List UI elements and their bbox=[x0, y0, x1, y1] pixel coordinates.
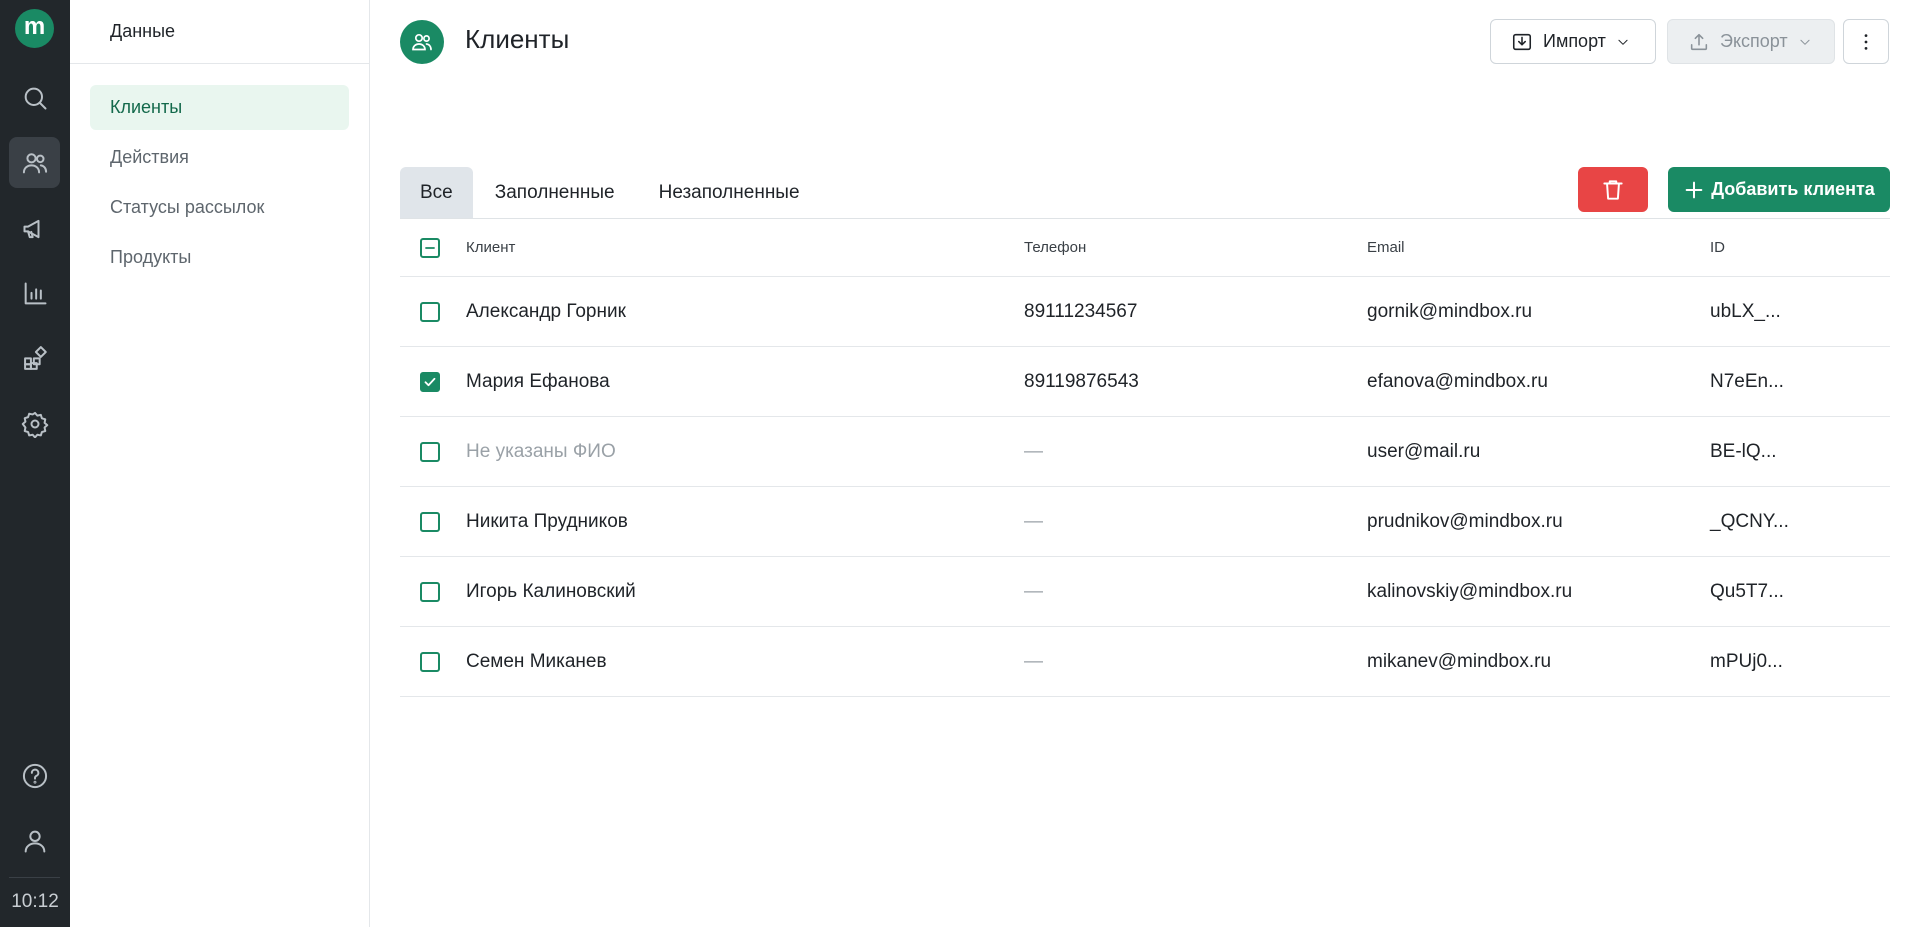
column-header-id[interactable]: ID bbox=[1710, 219, 1725, 276]
client-phone: — bbox=[1024, 440, 1043, 462]
select-all-cell bbox=[420, 219, 440, 276]
sidebar-item-mailing-statuses[interactable]: Статусы рассылок bbox=[90, 185, 349, 230]
gear-icon[interactable] bbox=[9, 398, 60, 449]
row-checkbox[interactable] bbox=[420, 651, 440, 672]
import-label: Импорт bbox=[1543, 31, 1606, 51]
client-id: ubLX_... bbox=[1710, 300, 1781, 322]
client-phone: — bbox=[1024, 580, 1043, 602]
trash-icon bbox=[1603, 179, 1623, 200]
chevron-down-icon bbox=[1618, 39, 1628, 45]
tab-filled[interactable]: Заполненные bbox=[473, 167, 637, 219]
table-row[interactable]: Никита Прудников — prudnikov@mindbox.ru … bbox=[400, 487, 1890, 557]
table-row[interactable]: Не указаны ФИО — user@mail.ru BE-lQ... bbox=[400, 417, 1890, 487]
help-icon[interactable] bbox=[9, 750, 60, 801]
sidebar-header: Данные bbox=[70, 0, 369, 64]
column-header-phone[interactable]: Телефон bbox=[1024, 219, 1086, 276]
check-icon bbox=[424, 377, 436, 386]
sidebar-item-label: Продукты bbox=[110, 247, 192, 267]
add-client-button[interactable]: Добавить клиента bbox=[1668, 167, 1890, 212]
client-phone: 89111234567 bbox=[1024, 300, 1138, 322]
clients-table: Клиент Телефон Email ID Александр Горник… bbox=[400, 219, 1890, 697]
search-icon[interactable] bbox=[9, 72, 60, 123]
client-phone: — bbox=[1024, 510, 1043, 532]
row-checkbox[interactable] bbox=[420, 301, 440, 322]
minus-icon bbox=[425, 246, 435, 249]
row-checkbox[interactable] bbox=[420, 371, 440, 392]
sidebar-title: Данные bbox=[110, 21, 176, 41]
client-phone: — bbox=[1024, 650, 1043, 672]
client-email: efanova@mindbox.ru bbox=[1367, 370, 1548, 392]
upload-icon bbox=[1690, 33, 1708, 50]
megaphone-icon[interactable] bbox=[9, 203, 60, 254]
more-options-button[interactable] bbox=[1843, 19, 1889, 64]
tab-all[interactable]: Все bbox=[400, 167, 473, 219]
client-email: gornik@mindbox.ru bbox=[1367, 300, 1533, 322]
sidebar-item-label: Статусы рассылок bbox=[110, 197, 265, 217]
client-id: mPUj0... bbox=[1710, 650, 1783, 672]
table-header: Клиент Телефон Email ID bbox=[400, 219, 1890, 277]
client-name: Мария Ефанова bbox=[466, 370, 610, 392]
client-id: Qu5T7... bbox=[1710, 580, 1784, 602]
blocks-icon[interactable] bbox=[9, 333, 60, 384]
column-header-email[interactable]: Email bbox=[1367, 219, 1405, 276]
rail-divider bbox=[9, 877, 60, 878]
data-sidebar: Данные Клиенты Действия Статусы рассылок… bbox=[70, 0, 370, 927]
table-row[interactable]: Семен Миканев — mikanev@mindbox.ru mPUj0… bbox=[400, 627, 1890, 697]
export-button[interactable]: Экспорт bbox=[1667, 19, 1835, 64]
client-email: user@mail.ru bbox=[1367, 440, 1481, 462]
client-name: Семен Миканев bbox=[466, 650, 607, 672]
users-icon[interactable] bbox=[9, 137, 60, 188]
page-title: Клиенты bbox=[465, 24, 570, 54]
select-all-checkbox[interactable] bbox=[420, 237, 440, 258]
main-content: Клиенты Импорт Экспорт Все Заполненные Н… bbox=[371, 0, 1919, 927]
table-row[interactable]: Мария Ефанова 89119876543 efanova@mindbo… bbox=[400, 347, 1890, 417]
client-id: N7eEn... bbox=[1710, 370, 1784, 392]
export-label: Экспорт bbox=[1720, 31, 1788, 51]
sidebar-item-label: Действия bbox=[110, 147, 189, 167]
user-icon[interactable] bbox=[9, 815, 60, 866]
client-id: BE-lQ... bbox=[1710, 440, 1777, 462]
client-id: _QCNY... bbox=[1710, 510, 1789, 532]
column-header-client[interactable]: Клиент bbox=[466, 219, 515, 276]
clock: 10:12 bbox=[11, 891, 59, 912]
row-checkbox[interactable] bbox=[420, 511, 440, 532]
client-email: prudnikov@mindbox.ru bbox=[1367, 510, 1563, 532]
row-checkbox-cell bbox=[420, 417, 440, 486]
plus-icon bbox=[1685, 181, 1703, 198]
client-email: kalinovskiy@mindbox.ru bbox=[1367, 580, 1573, 602]
chart-icon[interactable] bbox=[9, 268, 60, 319]
client-name: Не указаны ФИО bbox=[466, 440, 616, 462]
row-checkbox[interactable] bbox=[420, 441, 440, 462]
icon-rail: m 10:12 bbox=[0, 0, 70, 927]
client-name: Александр Горник bbox=[466, 300, 626, 322]
tab-unfilled[interactable]: Незаполненные bbox=[637, 167, 822, 219]
row-checkbox-cell bbox=[420, 487, 440, 556]
client-name: Игорь Калиновский bbox=[466, 580, 636, 602]
sidebar-item-products[interactable]: Продукты bbox=[90, 235, 349, 280]
row-checkbox-cell bbox=[420, 347, 440, 416]
logo[interactable]: m bbox=[15, 9, 54, 48]
delete-button[interactable] bbox=[1578, 167, 1648, 212]
sidebar-item-label: Клиенты bbox=[110, 97, 183, 117]
import-icon bbox=[1512, 33, 1532, 50]
row-checkbox-cell bbox=[420, 627, 440, 696]
clients-page-icon bbox=[400, 20, 444, 64]
client-phone: 89119876543 bbox=[1024, 370, 1139, 392]
row-checkbox-cell bbox=[420, 277, 440, 346]
import-button[interactable]: Импорт bbox=[1490, 19, 1656, 64]
client-name: Никита Прудников bbox=[466, 510, 628, 532]
table-row[interactable]: Александр Горник 89111234567 gornik@mind… bbox=[400, 277, 1890, 347]
row-checkbox-cell bbox=[420, 557, 440, 626]
add-client-label: Добавить клиента bbox=[1711, 179, 1875, 199]
sidebar-item-actions[interactable]: Действия bbox=[90, 135, 349, 180]
filter-tabs: Все Заполненные Незаполненные bbox=[400, 167, 822, 219]
row-checkbox[interactable] bbox=[420, 581, 440, 602]
table-row[interactable]: Игорь Калиновский — kalinovskiy@mindbox.… bbox=[400, 557, 1890, 627]
client-email: mikanev@mindbox.ru bbox=[1367, 650, 1552, 672]
more-vertical-icon bbox=[1864, 33, 1868, 50]
chevron-down-icon bbox=[1800, 39, 1810, 45]
sidebar-item-clients[interactable]: Клиенты bbox=[90, 85, 349, 130]
